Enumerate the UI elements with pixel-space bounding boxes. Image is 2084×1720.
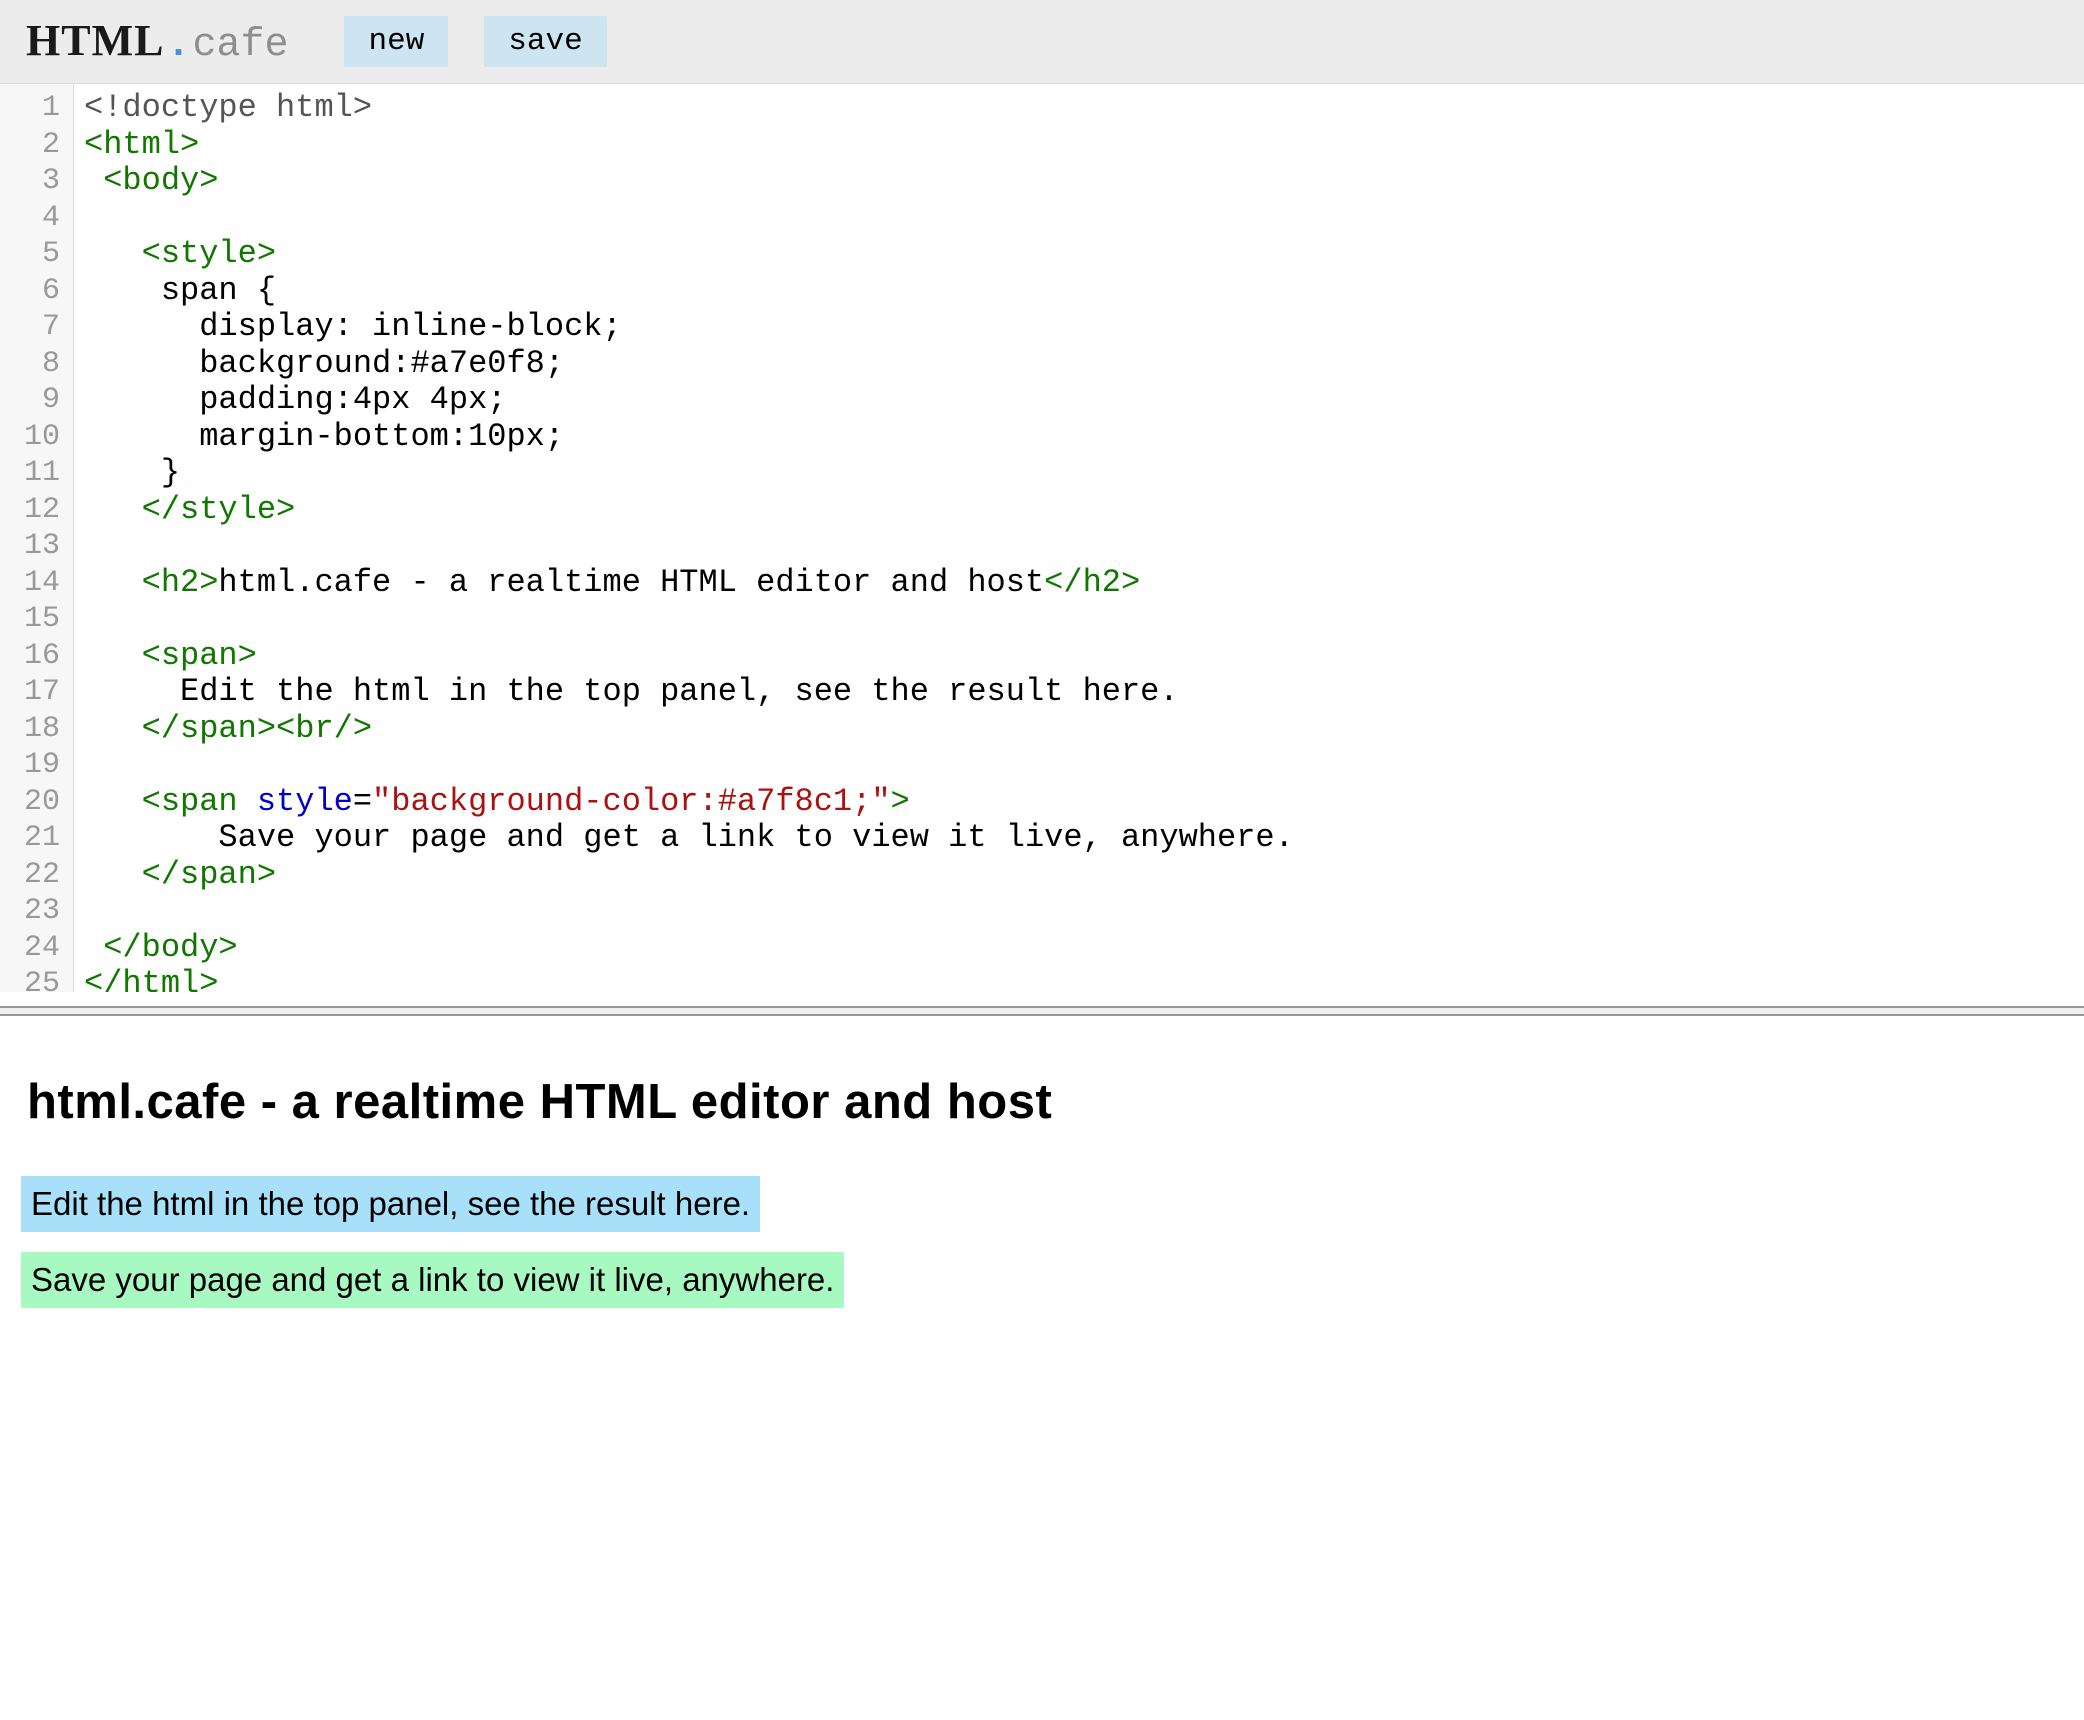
- preview-heading: html.cafe - a realtime HTML editor and h…: [27, 1074, 2060, 1130]
- code-line-text: </span>: [74, 857, 276, 894]
- app-window: HTML . cafe new save 1<!doctype html>2<h…: [0, 0, 2084, 1720]
- code-line-text: background:#a7e0f8;: [74, 346, 564, 383]
- code-line-text: [74, 601, 84, 638]
- panel-splitter[interactable]: [0, 1006, 2084, 1016]
- line-number: 19: [0, 747, 74, 784]
- code-line-text: }: [74, 455, 180, 492]
- new-button[interactable]: new: [344, 16, 448, 67]
- code-line-text: span {: [74, 273, 276, 310]
- save-button[interactable]: save: [484, 16, 606, 67]
- code-line-text: </style>: [74, 492, 295, 529]
- code-line[interactable]: 3 <body>: [0, 163, 2084, 200]
- line-number: 1: [0, 90, 74, 127]
- code-line-text: <style>: [74, 236, 276, 273]
- line-number: 22: [0, 857, 74, 894]
- code-line[interactable]: 12 </style>: [0, 492, 2084, 529]
- app-logo[interactable]: HTML . cafe: [26, 15, 288, 68]
- code-lines: 1<!doctype html>2<html>3 <body>45 <style…: [0, 84, 2084, 992]
- line-number: 2: [0, 127, 74, 164]
- line-number: 7: [0, 309, 74, 346]
- code-line-text: <span>: [74, 638, 257, 675]
- preview-line-1: Edit the html in the top panel, see the …: [21, 1176, 2060, 1252]
- code-line[interactable]: 15: [0, 601, 2084, 638]
- code-line-text: [74, 747, 84, 784]
- line-number: 9: [0, 382, 74, 419]
- line-number: 14: [0, 565, 74, 602]
- preview-line-2: Save your page and get a link to view it…: [21, 1252, 2060, 1328]
- code-line[interactable]: 7 display: inline-block;: [0, 309, 2084, 346]
- code-line[interactable]: 10 margin-bottom:10px;: [0, 419, 2084, 456]
- code-line-text: <body>: [74, 163, 218, 200]
- line-number: 11: [0, 455, 74, 492]
- line-number: 25: [0, 966, 74, 992]
- code-line[interactable]: 22 </span>: [0, 857, 2084, 894]
- line-number: 5: [0, 236, 74, 273]
- code-line[interactable]: 20 <span style="background-color:#a7f8c1…: [0, 784, 2084, 821]
- code-line[interactable]: 2<html>: [0, 127, 2084, 164]
- preview-pane: html.cafe - a realtime HTML editor and h…: [0, 1016, 2084, 1328]
- code-line-text: <html>: [74, 127, 199, 164]
- code-line-text: padding:4px 4px;: [74, 382, 506, 419]
- code-line-text: </body>: [74, 930, 238, 967]
- code-line[interactable]: 17 Edit the html in the top panel, see t…: [0, 674, 2084, 711]
- code-line[interactable]: 25</html>: [0, 966, 2084, 992]
- code-line-text: display: inline-block;: [74, 309, 622, 346]
- preview-highlight-blue: Edit the html in the top panel, see the …: [21, 1176, 760, 1232]
- line-number: 4: [0, 200, 74, 237]
- code-line-text: Save your page and get a link to view it…: [74, 820, 1294, 857]
- code-line-text: [74, 893, 84, 930]
- code-line-text: [74, 200, 84, 237]
- code-line[interactable]: 5 <style>: [0, 236, 2084, 273]
- code-line[interactable]: 9 padding:4px 4px;: [0, 382, 2084, 419]
- code-line-text: Edit the html in the top panel, see the …: [74, 674, 1179, 711]
- code-line[interactable]: 4: [0, 200, 2084, 237]
- logo-cafe-text: cafe: [192, 23, 288, 68]
- line-number: 17: [0, 674, 74, 711]
- code-line[interactable]: 21 Save your page and get a link to view…: [0, 820, 2084, 857]
- line-number: 15: [0, 601, 74, 638]
- logo-html-text: HTML: [26, 15, 164, 66]
- header: HTML . cafe new save: [0, 0, 2084, 84]
- line-number: 20: [0, 784, 74, 821]
- preview-highlight-green: Save your page and get a link to view it…: [21, 1252, 844, 1308]
- code-line[interactable]: 8 background:#a7e0f8;: [0, 346, 2084, 383]
- line-number: 12: [0, 492, 74, 529]
- code-line[interactable]: 11 }: [0, 455, 2084, 492]
- code-line-text: margin-bottom:10px;: [74, 419, 564, 456]
- line-number: 3: [0, 163, 74, 200]
- code-editor[interactable]: 1<!doctype html>2<html>3 <body>45 <style…: [0, 84, 2084, 992]
- line-number: 10: [0, 419, 74, 456]
- code-line[interactable]: 24 </body>: [0, 930, 2084, 967]
- code-line-text: [74, 528, 84, 565]
- line-number: 21: [0, 820, 74, 857]
- code-line-text: </span><br/>: [74, 711, 372, 748]
- code-line[interactable]: 18 </span><br/>: [0, 711, 2084, 748]
- line-number: 13: [0, 528, 74, 565]
- line-number: 24: [0, 930, 74, 967]
- code-line[interactable]: 13: [0, 528, 2084, 565]
- line-number: 16: [0, 638, 74, 675]
- code-line[interactable]: 14 <h2>html.cafe - a realtime HTML edito…: [0, 565, 2084, 602]
- code-line[interactable]: 19: [0, 747, 2084, 784]
- line-number: 6: [0, 273, 74, 310]
- line-number: 8: [0, 346, 74, 383]
- code-line[interactable]: 23: [0, 893, 2084, 930]
- code-line-text: <!doctype html>: [74, 90, 372, 127]
- code-line[interactable]: 16 <span>: [0, 638, 2084, 675]
- logo-dot: .: [166, 23, 190, 68]
- code-line[interactable]: 6 span {: [0, 273, 2084, 310]
- line-number: 18: [0, 711, 74, 748]
- code-line-text: </html>: [74, 966, 218, 992]
- line-number: 23: [0, 893, 74, 930]
- code-line-text: <span style="background-color:#a7f8c1;">: [74, 784, 910, 821]
- code-line[interactable]: 1<!doctype html>: [0, 90, 2084, 127]
- code-line-text: <h2>html.cafe - a realtime HTML editor a…: [74, 565, 1140, 602]
